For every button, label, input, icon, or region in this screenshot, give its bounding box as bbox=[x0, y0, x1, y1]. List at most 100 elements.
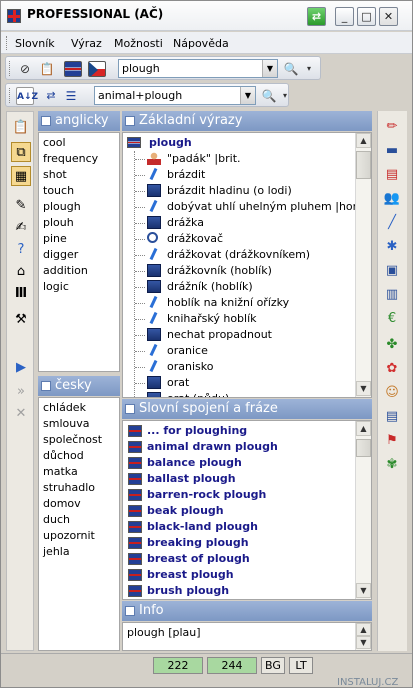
back-icon[interactable]: ⊘ bbox=[16, 60, 34, 78]
filter-combo[interactable]: animal+plough ▼ bbox=[94, 86, 256, 105]
bug-icon[interactable]: ✾ bbox=[382, 455, 402, 475]
phrase-item[interactable]: animal drawn plough bbox=[123, 439, 371, 455]
phrase-item[interactable]: brush plough bbox=[123, 583, 371, 599]
scroll-up-icon[interactable]: ▲ bbox=[356, 133, 371, 148]
chevron-down-icon[interactable]: ▼ bbox=[240, 87, 255, 104]
toolbar-grip[interactable] bbox=[9, 88, 12, 103]
phrase-item[interactable]: black-land plough bbox=[123, 519, 371, 535]
phrase-item[interactable]: ... for ploughing bbox=[123, 423, 371, 439]
toolbar-grip[interactable] bbox=[9, 61, 12, 76]
scroll-up-icon[interactable]: ▲ bbox=[356, 623, 371, 636]
close-button[interactable]: ✕ bbox=[379, 7, 398, 26]
book-icon[interactable]: ▬ bbox=[382, 141, 402, 161]
anglicky-word-item[interactable]: cool bbox=[39, 135, 119, 151]
cesky-word-item[interactable]: důchod bbox=[39, 448, 119, 464]
sort-icon[interactable]: A↓Z bbox=[16, 87, 38, 105]
chevron-down-icon[interactable]: ▾ bbox=[276, 87, 294, 105]
cesky-word-item[interactable]: smlouva bbox=[39, 416, 119, 432]
flag-uk-icon[interactable] bbox=[64, 61, 82, 77]
info-scrollbar[interactable]: ▲ ▼ bbox=[355, 623, 371, 650]
anglicky-word-item[interactable]: frequency bbox=[39, 151, 119, 167]
play-icon[interactable]: ▶ bbox=[11, 358, 31, 378]
tools-icon[interactable]: ⚒ bbox=[11, 310, 31, 330]
zakladni-scrollbar[interactable]: ▲ ▼ bbox=[355, 133, 371, 397]
anglicky-word-item[interactable]: addition bbox=[39, 263, 119, 279]
panel-toggle-icon[interactable] bbox=[125, 605, 135, 616]
scroll-thumb[interactable] bbox=[356, 439, 371, 457]
layout-icon[interactable]: ▦ bbox=[11, 166, 31, 186]
flower-icon[interactable]: ✿ bbox=[382, 359, 402, 379]
clipboard-icon[interactable]: 📋 bbox=[11, 118, 31, 138]
phrase-item[interactable]: breaking plough bbox=[123, 535, 371, 551]
cesky-list[interactable]: chládek smlouva společnost důchod matka struh… bbox=[38, 397, 120, 651]
scroll-thumb[interactable] bbox=[356, 151, 371, 179]
cesky-word-item[interactable]: chládek bbox=[39, 400, 119, 416]
phrase-item[interactable]: barren-rock plough bbox=[123, 487, 371, 503]
filter-input[interactable]: animal+plough bbox=[98, 89, 182, 102]
usa-flag-icon[interactable]: ⚑ bbox=[382, 431, 402, 451]
pages-icon[interactable]: ▥ bbox=[382, 285, 402, 305]
list-view-icon[interactable]: ☰ bbox=[62, 87, 80, 105]
cesky-word-item[interactable]: duch bbox=[39, 512, 119, 528]
scroll-down-icon[interactable]: ▼ bbox=[356, 636, 371, 649]
cross-icon[interactable]: ✕ bbox=[11, 404, 31, 424]
people-icon[interactable]: 👥 bbox=[382, 189, 402, 209]
scroll-up-icon[interactable]: ▲ bbox=[356, 421, 371, 436]
phrases-scrollbar[interactable]: ▲ ▼ bbox=[355, 421, 371, 599]
chevron-down-icon[interactable]: ▾ bbox=[300, 60, 318, 78]
scroll-down-icon[interactable]: ▼ bbox=[356, 381, 371, 396]
info-pane[interactable]: plough [plau] ▲ ▼ bbox=[122, 622, 372, 651]
network-icon[interactable]: ✤ bbox=[382, 335, 402, 355]
switch-direction-icon[interactable]: ⇄ bbox=[307, 7, 326, 26]
phrases-list[interactable]: ... for ploughing animal drawn plough bala… bbox=[122, 420, 372, 600]
columns-icon[interactable]: Ⅲ bbox=[11, 284, 31, 304]
pin-icon[interactable]: ╱ bbox=[382, 213, 402, 233]
help-icon[interactable]: ? bbox=[11, 240, 31, 260]
edit-icon[interactable]: ✎ bbox=[11, 196, 31, 216]
anglicky-word-item[interactable]: touch bbox=[39, 183, 119, 199]
dictionary-icon[interactable]: ▣ bbox=[382, 261, 402, 281]
panel-toggle-icon[interactable] bbox=[41, 115, 51, 126]
copy-icon[interactable]: ⧉ bbox=[11, 142, 31, 162]
forward-icon[interactable]: » bbox=[11, 382, 31, 402]
stack-icon[interactable]: ▤ bbox=[382, 407, 402, 427]
books-icon[interactable]: ▤ bbox=[382, 165, 402, 185]
cesky-word-item[interactable]: matka bbox=[39, 464, 119, 480]
search-input[interactable]: plough bbox=[122, 62, 160, 75]
phrase-item[interactable]: breast of plough bbox=[123, 551, 371, 567]
panel-toggle-icon[interactable] bbox=[41, 380, 51, 391]
anglicky-word-item[interactable]: shot bbox=[39, 167, 119, 183]
anglicky-word-item[interactable]: digger bbox=[39, 247, 119, 263]
menu-item-vyraz[interactable]: Výraz bbox=[71, 37, 102, 50]
cesky-word-item[interactable]: jehla bbox=[39, 544, 119, 560]
cesky-word-item[interactable]: struhadlo bbox=[39, 480, 119, 496]
search-combo[interactable]: plough ▼ bbox=[118, 59, 278, 78]
phrase-item[interactable]: beak plough bbox=[123, 503, 371, 519]
phrase-item[interactable]: balance plough bbox=[123, 455, 371, 471]
menu-item-moznosti[interactable]: Možnosti bbox=[114, 37, 163, 50]
anglicky-word-item[interactable]: pine bbox=[39, 231, 119, 247]
phrase-item[interactable]: breast plough bbox=[123, 567, 371, 583]
flag-cz-icon[interactable] bbox=[88, 61, 106, 77]
arrows-icon[interactable]: ⇄ bbox=[42, 87, 60, 105]
star-icon[interactable]: ✱ bbox=[382, 237, 402, 257]
search-icon[interactable]: 🔍 bbox=[282, 60, 300, 78]
note-icon[interactable]: ✍ bbox=[11, 218, 31, 238]
cesky-word-item[interactable]: domov bbox=[39, 496, 119, 512]
euro-icon[interactable]: € bbox=[382, 309, 402, 329]
scroll-down-icon[interactable]: ▼ bbox=[356, 583, 371, 598]
panel-toggle-icon[interactable] bbox=[125, 403, 135, 414]
pencil-icon[interactable]: ✏ bbox=[382, 117, 402, 137]
maximize-button[interactable]: □ bbox=[357, 7, 376, 26]
anglicky-list[interactable]: cool frequency shot touch plough plouh pine dig… bbox=[38, 132, 120, 372]
home-icon[interactable]: ⌂ bbox=[11, 262, 31, 282]
menu-item-slovnik[interactable]: Slovník bbox=[15, 37, 55, 50]
anglicky-word-item[interactable]: plouh bbox=[39, 215, 119, 231]
user-icon[interactable]: ☺ bbox=[382, 383, 402, 403]
cesky-word-item[interactable]: společnost bbox=[39, 432, 119, 448]
zakladni-tree[interactable]: plough "padák" |brit. brázdit brázdit hlad… bbox=[122, 132, 372, 398]
cesky-word-item[interactable]: upozornit bbox=[39, 528, 119, 544]
phrase-item[interactable]: ballast plough bbox=[123, 471, 371, 487]
paste-icon[interactable]: 📋 bbox=[38, 60, 56, 78]
panel-toggle-icon[interactable] bbox=[125, 115, 135, 126]
